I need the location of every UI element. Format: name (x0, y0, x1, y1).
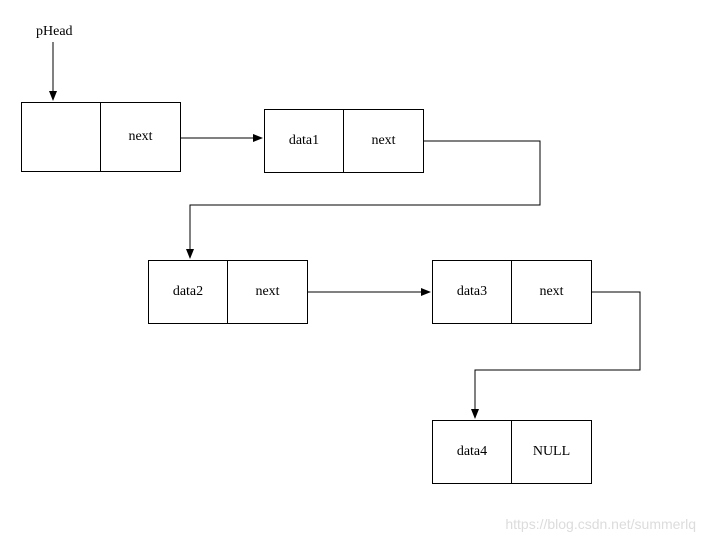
node-4-data: data4 (433, 421, 512, 483)
node-3-next: next (512, 261, 591, 323)
arrows-layer (0, 0, 706, 538)
node-1: data1 next (264, 109, 424, 173)
head-pointer-label: pHead (36, 24, 73, 40)
node-2: data2 next (148, 260, 308, 324)
node-head-next: next (101, 103, 180, 171)
node-4: data4 NULL (432, 420, 592, 484)
node-1-data: data1 (265, 110, 344, 172)
node-head: next (21, 102, 181, 172)
node-2-data: data2 (149, 261, 228, 323)
node-2-next: next (228, 261, 307, 323)
node-4-next: NULL (512, 421, 591, 483)
node-head-data (22, 103, 101, 171)
node-3: data3 next (432, 260, 592, 324)
watermark-text: https://blog.csdn.net/summerlq (505, 516, 696, 532)
node-1-next: next (344, 110, 423, 172)
node-3-data: data3 (433, 261, 512, 323)
